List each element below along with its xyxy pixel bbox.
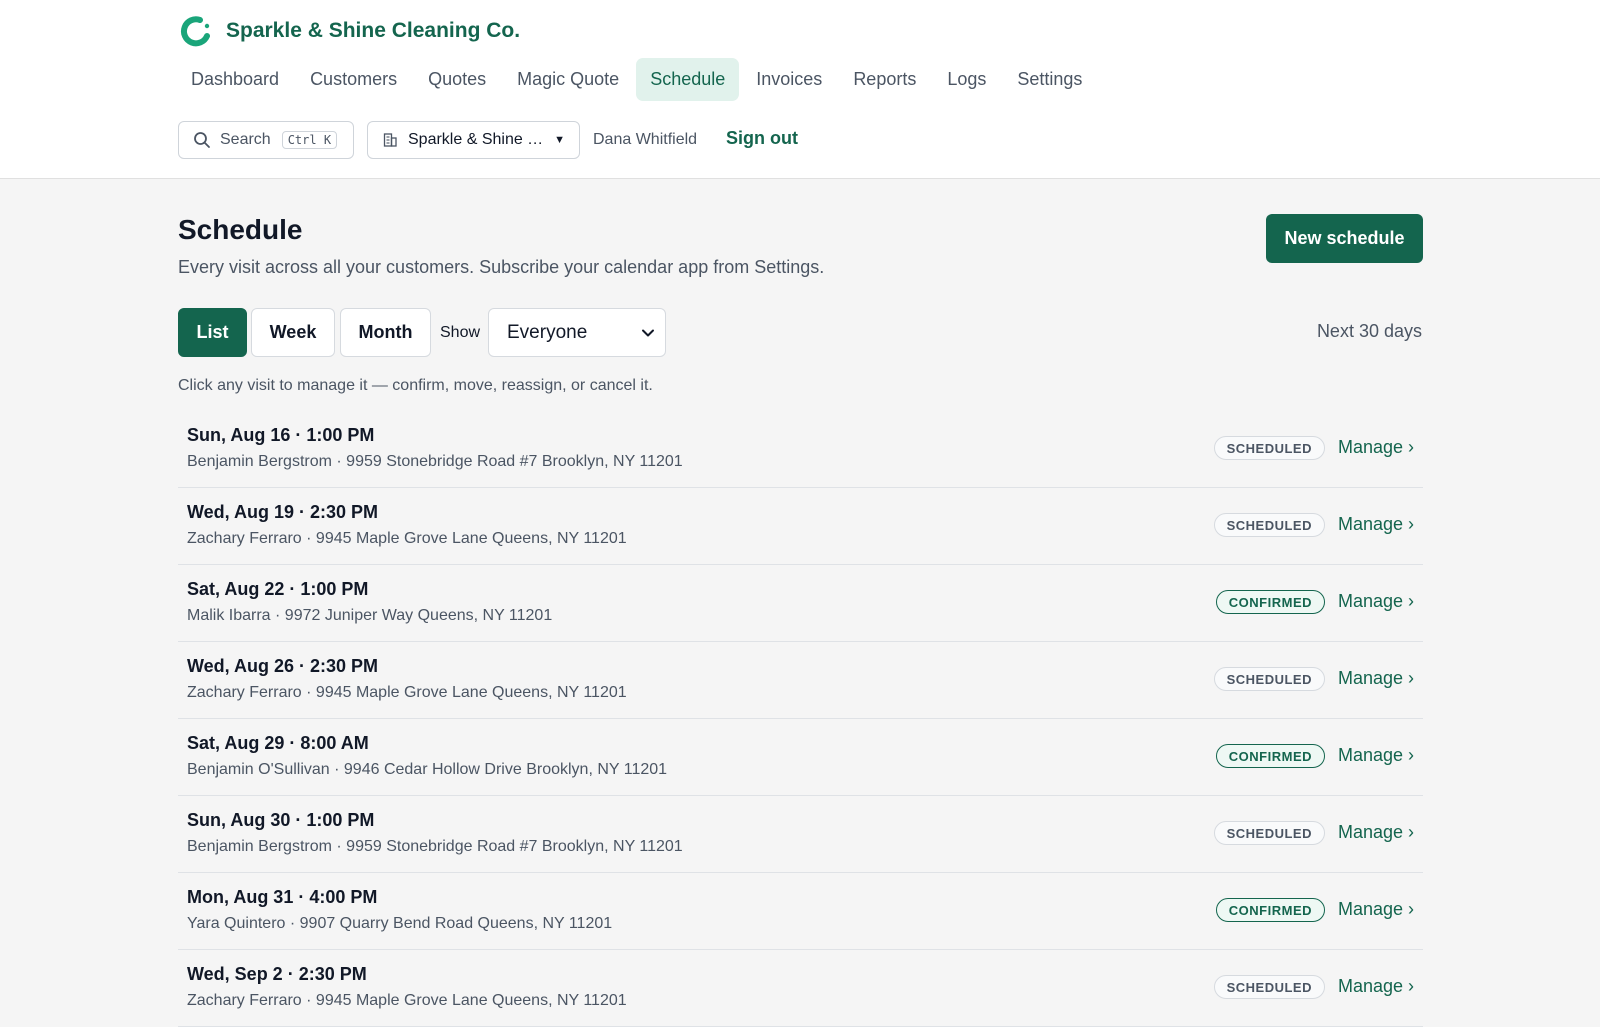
status-badge: SCHEDULED (1213, 436, 1325, 460)
manage-link[interactable]: Manage › (1338, 822, 1414, 843)
visit-customer-address: Benjamin O'Sullivan · 9946 Cedar Hollow … (187, 761, 668, 778)
visit-datetime: Mon, Aug 31 · 4:00 PM (187, 887, 378, 907)
list-hint: Click any visit to manage it — confirm, … (178, 377, 653, 394)
app-name: Sparkle & Shine Cleaning Co. (226, 19, 521, 42)
status-badge: SCHEDULED (1213, 513, 1325, 537)
visit-datetime: Sun, Aug 30 · 1:00 PM (187, 810, 375, 830)
status-badge: SCHEDULED (1213, 821, 1325, 845)
visit-row[interactable]: Wed, Aug 19 · 2:30 PM Zachary Ferraro · … (178, 488, 1423, 565)
page-subtitle: Every visit across all your customers. S… (178, 257, 825, 277)
visit-customer-address: Benjamin Bergstrom · 9959 Stonebridge Ro… (187, 453, 683, 470)
manage-link[interactable]: Manage › (1338, 899, 1414, 920)
nav-item-quotes[interactable]: Quotes (414, 58, 500, 101)
chevron-down-icon (641, 326, 655, 340)
nav-item-invoices[interactable]: Invoices (742, 58, 836, 101)
visit-row[interactable]: Wed, Aug 26 · 2:30 PM Zachary Ferraro · … (178, 642, 1423, 719)
visit-datetime: Wed, Sep 2 · 2:30 PM (187, 964, 367, 984)
brand[interactable]: Sparkle & Shine Cleaning Co. (180, 14, 520, 48)
visit-datetime: Sat, Aug 22 · 1:00 PM (187, 579, 369, 599)
status-badge: SCHEDULED (1213, 667, 1325, 691)
date-range-label: Next 30 days (1316, 321, 1422, 341)
sign-out-link[interactable]: Sign out (726, 128, 798, 149)
visit-customer-address: Zachary Ferraro · 9945 Maple Grove Lane … (187, 530, 627, 547)
visit-row[interactable]: Wed, Sep 2 · 2:30 PM Zachary Ferraro · 9… (178, 950, 1423, 1027)
visit-list: Sun, Aug 16 · 1:00 PM Benjamin Bergstrom… (178, 411, 1423, 1027)
top-header: Sparkle & Shine Cleaning Co. Dashboard C… (0, 0, 1600, 179)
manage-link[interactable]: Manage › (1338, 668, 1414, 689)
page-title: Schedule (178, 214, 303, 245)
search-label: Search (220, 131, 271, 148)
manage-link[interactable]: Manage › (1338, 437, 1414, 458)
visit-customer-address: Zachary Ferraro · 9945 Maple Grove Lane … (187, 992, 627, 1009)
visit-customer-address: Yara Quintero · 9907 Quarry Bend Road Qu… (187, 915, 613, 932)
nav-item-reports[interactable]: Reports (839, 58, 930, 101)
manage-link[interactable]: Manage › (1338, 745, 1414, 766)
manage-link[interactable]: Manage › (1338, 514, 1414, 535)
visit-datetime: Wed, Aug 19 · 2:30 PM (187, 502, 379, 522)
user-name: Dana Whitfield (593, 131, 698, 148)
manage-link[interactable]: Manage › (1338, 976, 1414, 997)
manage-link[interactable]: Manage › (1338, 591, 1414, 612)
show-label: Show (440, 324, 481, 341)
main-nav: Dashboard Customers Quotes Magic Quote S… (177, 58, 1099, 101)
nav-item-schedule[interactable]: Schedule (636, 58, 740, 101)
show-select-value: Everyone (507, 321, 588, 343)
visit-customer-address: Malik Ibarra · 9972 Juniper Way Queens, … (187, 607, 553, 624)
view-list-button[interactable]: List (178, 308, 247, 357)
crescent-logo-icon (180, 15, 212, 47)
building-icon (382, 132, 398, 148)
search-shortcut: Ctrl K (281, 131, 338, 149)
nav-item-magic-quote[interactable]: Magic Quote (503, 58, 633, 101)
status-badge: CONFIRMED (1215, 744, 1325, 768)
search-button[interactable]: Search Ctrl K (178, 121, 354, 159)
nav-item-dashboard[interactable]: Dashboard (177, 58, 293, 101)
organization-select[interactable]: Sparkle & Shine … ▼ (367, 121, 580, 159)
visit-datetime: Sat, Aug 29 · 8:00 AM (187, 733, 369, 753)
visit-row[interactable]: Sun, Aug 30 · 1:00 PM Benjamin Bergstrom… (178, 796, 1423, 873)
visit-datetime: Sun, Aug 16 · 1:00 PM (187, 425, 375, 445)
view-month-button[interactable]: Month (340, 308, 431, 357)
status-badge: SCHEDULED (1213, 975, 1325, 999)
organization-select-value: Sparkle & Shine … (408, 131, 544, 148)
view-week-button[interactable]: Week (251, 308, 335, 357)
search-icon (193, 131, 211, 149)
status-badge: CONFIRMED (1215, 590, 1325, 614)
new-schedule-button[interactable]: New schedule (1266, 214, 1423, 263)
visit-row[interactable]: Sun, Aug 16 · 1:00 PM Benjamin Bergstrom… (178, 411, 1423, 488)
nav-item-customers[interactable]: Customers (296, 58, 411, 101)
visit-datetime: Wed, Aug 26 · 2:30 PM (187, 656, 379, 676)
show-select[interactable]: Everyone (488, 308, 666, 357)
caret-down-icon: ▼ (554, 134, 565, 146)
status-badge: CONFIRMED (1215, 898, 1325, 922)
nav-item-settings[interactable]: Settings (1003, 58, 1096, 101)
visit-row[interactable]: Mon, Aug 31 · 4:00 PM Yara Quintero · 99… (178, 873, 1423, 950)
visit-row[interactable]: Sat, Aug 29 · 8:00 AM Benjamin O'Sulliva… (178, 719, 1423, 796)
visit-customer-address: Benjamin Bergstrom · 9959 Stonebridge Ro… (187, 838, 683, 855)
nav-item-logs[interactable]: Logs (933, 58, 1000, 101)
visit-row[interactable]: Sat, Aug 22 · 1:00 PM Malik Ibarra · 997… (178, 565, 1423, 642)
visit-customer-address: Zachary Ferraro · 9945 Maple Grove Lane … (187, 684, 627, 701)
